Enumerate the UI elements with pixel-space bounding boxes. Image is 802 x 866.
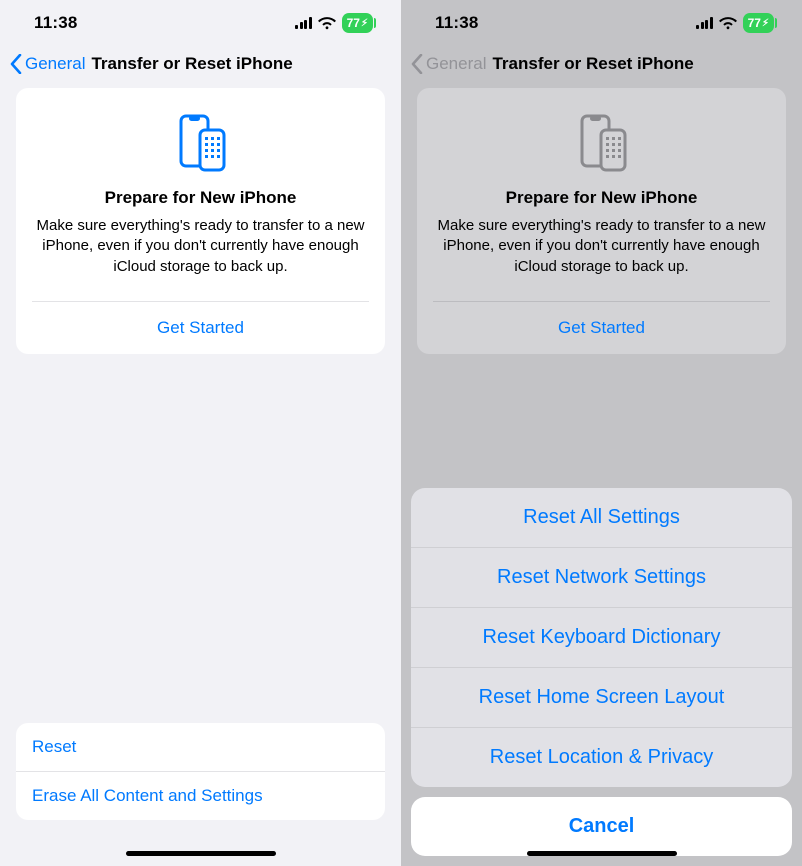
home-indicator[interactable] (126, 851, 276, 856)
erase-button[interactable]: Erase All Content and Settings (16, 771, 385, 820)
cancel-button[interactable]: Cancel (411, 797, 792, 856)
charging-icon: ⚡︎ (361, 18, 368, 29)
sheet-options: Reset All Settings Reset Network Setting… (411, 488, 792, 787)
options-list: Reset Erase All Content and Settings (16, 723, 385, 820)
reset-location-privacy-button[interactable]: Reset Location & Privacy (411, 727, 792, 787)
devices-icon (166, 114, 236, 172)
card-title: Prepare for New iPhone (36, 188, 365, 208)
page-title: Transfer or Reset iPhone (91, 54, 292, 74)
card-description: Make sure everything's ready to transfer… (36, 216, 365, 277)
battery-icon: 77⚡︎ (342, 13, 373, 33)
battery-level: 77 (347, 16, 360, 30)
reset-home-screen-layout-button[interactable]: Reset Home Screen Layout (411, 667, 792, 727)
cellular-icon (295, 17, 312, 29)
reset-button[interactable]: Reset (16, 723, 385, 771)
reset-keyboard-dictionary-button[interactable]: Reset Keyboard Dictionary (411, 607, 792, 667)
status-time: 11:38 (34, 13, 78, 33)
chevron-left-icon (10, 54, 22, 74)
nav-bar: General Transfer or Reset iPhone (0, 46, 401, 88)
status-icons: 77⚡︎ (295, 13, 373, 33)
back-button[interactable]: General (10, 54, 85, 74)
reset-network-settings-button[interactable]: Reset Network Settings (411, 547, 792, 607)
card-body: Prepare for New iPhone Make sure everyth… (16, 88, 385, 301)
screen-right: 11:38 77⚡︎ General Transfer or Reset iPh… (401, 0, 802, 866)
back-label: General (25, 54, 85, 74)
reset-action-sheet: Reset All Settings Reset Network Setting… (411, 488, 792, 856)
status-bar: 11:38 77⚡︎ (0, 0, 401, 46)
wifi-icon (318, 17, 336, 30)
reset-all-settings-button[interactable]: Reset All Settings (411, 488, 792, 547)
get-started-button[interactable]: Get Started (16, 302, 385, 354)
prepare-card: Prepare for New iPhone Make sure everyth… (16, 88, 385, 354)
screen-left: 11:38 77⚡︎ General Transfer or Reset iPh… (0, 0, 401, 866)
home-indicator[interactable] (527, 851, 677, 856)
